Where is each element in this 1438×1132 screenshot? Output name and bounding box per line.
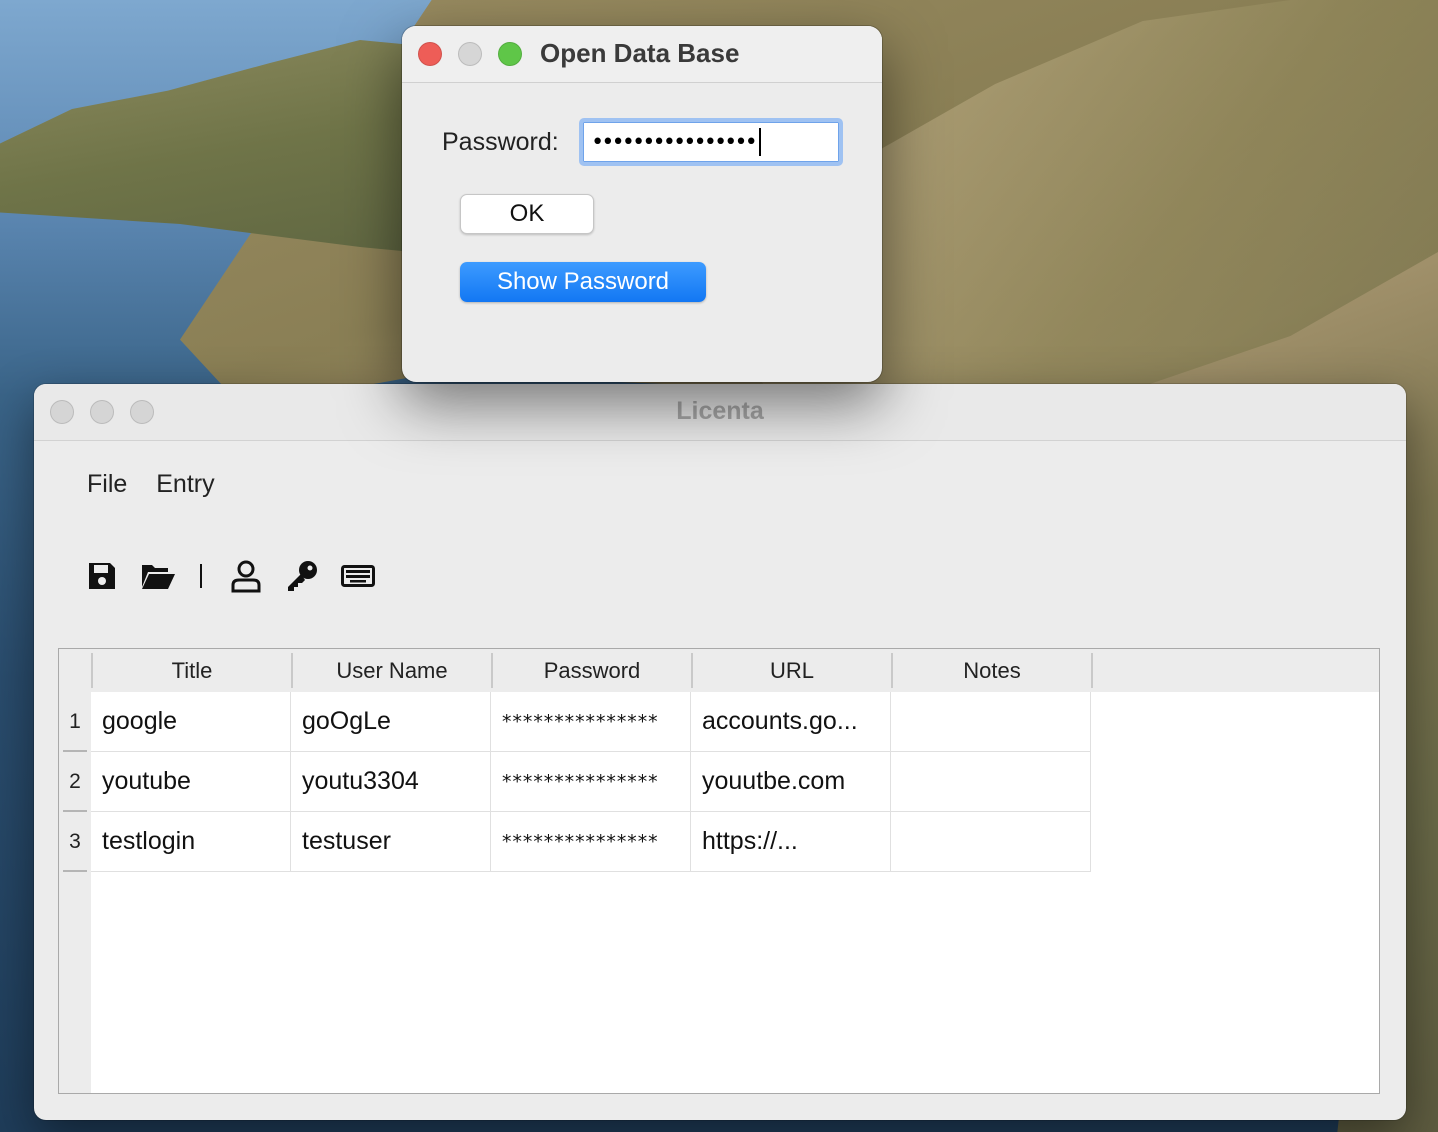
- cell-notes[interactable]: [891, 812, 1091, 872]
- cell-password[interactable]: ***************: [491, 812, 691, 872]
- row-number[interactable]: 3: [59, 812, 91, 872]
- entries-table[interactable]: Title User Name Password URL Notes 1 2 3…: [58, 648, 1380, 1094]
- window-title: Licenta: [676, 397, 764, 425]
- menu-bar: File Entry: [87, 470, 237, 499]
- menu-entry[interactable]: Entry: [156, 470, 214, 499]
- save-icon[interactable]: [84, 556, 120, 596]
- show-password-button[interactable]: Show Password: [460, 262, 706, 302]
- text-caret: [758, 128, 761, 156]
- user-icon[interactable]: [228, 556, 264, 596]
- column-header-title[interactable]: Title: [91, 653, 291, 688]
- dialog-titlebar[interactable]: Open Data Base: [402, 26, 882, 83]
- dialog-title: Open Data Base: [540, 38, 740, 68]
- row-divider: [63, 870, 87, 872]
- password-input[interactable]: ••••••••••••••••: [579, 118, 843, 166]
- cell-notes[interactable]: [891, 752, 1091, 812]
- cell-url[interactable]: accounts.go...: [691, 692, 891, 752]
- row-number[interactable]: 1: [59, 692, 91, 752]
- column-header-url[interactable]: URL: [691, 653, 891, 688]
- cell-password[interactable]: ***************: [491, 692, 691, 752]
- table-row[interactable]: youtube youtu3304 *************** youutb…: [91, 752, 1091, 812]
- cell-url[interactable]: youutbe.com: [691, 752, 891, 812]
- cell-title[interactable]: youtube: [91, 752, 291, 812]
- cell-url[interactable]: https://...: [691, 812, 891, 872]
- cell-username[interactable]: goOgLe: [291, 692, 491, 752]
- cell-title[interactable]: google: [91, 692, 291, 752]
- minimize-dialog-button[interactable]: [458, 42, 482, 66]
- cell-username[interactable]: testuser: [291, 812, 491, 872]
- password-label: Password:: [442, 128, 559, 156]
- cell-notes[interactable]: [891, 692, 1091, 752]
- table-row[interactable]: testlogin testuser *************** https…: [91, 812, 1091, 872]
- table-row[interactable]: google goOgLe *************** accounts.g…: [91, 692, 1091, 752]
- cell-title[interactable]: testlogin: [91, 812, 291, 872]
- password-masked-value: ••••••••••••••••: [591, 129, 758, 155]
- main-window: Licenta File Entry Title User Name Passw…: [34, 384, 1406, 1120]
- close-dialog-button[interactable]: [418, 42, 442, 66]
- zoom-dialog-button[interactable]: [498, 42, 522, 66]
- column-header-password[interactable]: Password: [491, 653, 691, 688]
- cell-username[interactable]: youtu3304: [291, 752, 491, 812]
- column-header-notes[interactable]: Notes: [891, 653, 1093, 688]
- open-folder-icon[interactable]: [140, 556, 176, 596]
- column-header-username[interactable]: User Name: [291, 653, 491, 688]
- key-icon[interactable]: [284, 556, 320, 596]
- ok-button[interactable]: OK: [460, 194, 594, 234]
- cell-password[interactable]: ***************: [491, 752, 691, 812]
- toolbar-separator: [200, 564, 202, 588]
- open-database-dialog: Open Data Base Password: •••••••••••••••…: [402, 26, 882, 382]
- row-number[interactable]: 2: [59, 752, 91, 812]
- table-header: Title User Name Password URL Notes: [59, 649, 1379, 692]
- keyboard-icon[interactable]: [340, 556, 376, 596]
- main-titlebar[interactable]: Licenta: [34, 384, 1406, 441]
- menu-file[interactable]: File: [87, 470, 127, 499]
